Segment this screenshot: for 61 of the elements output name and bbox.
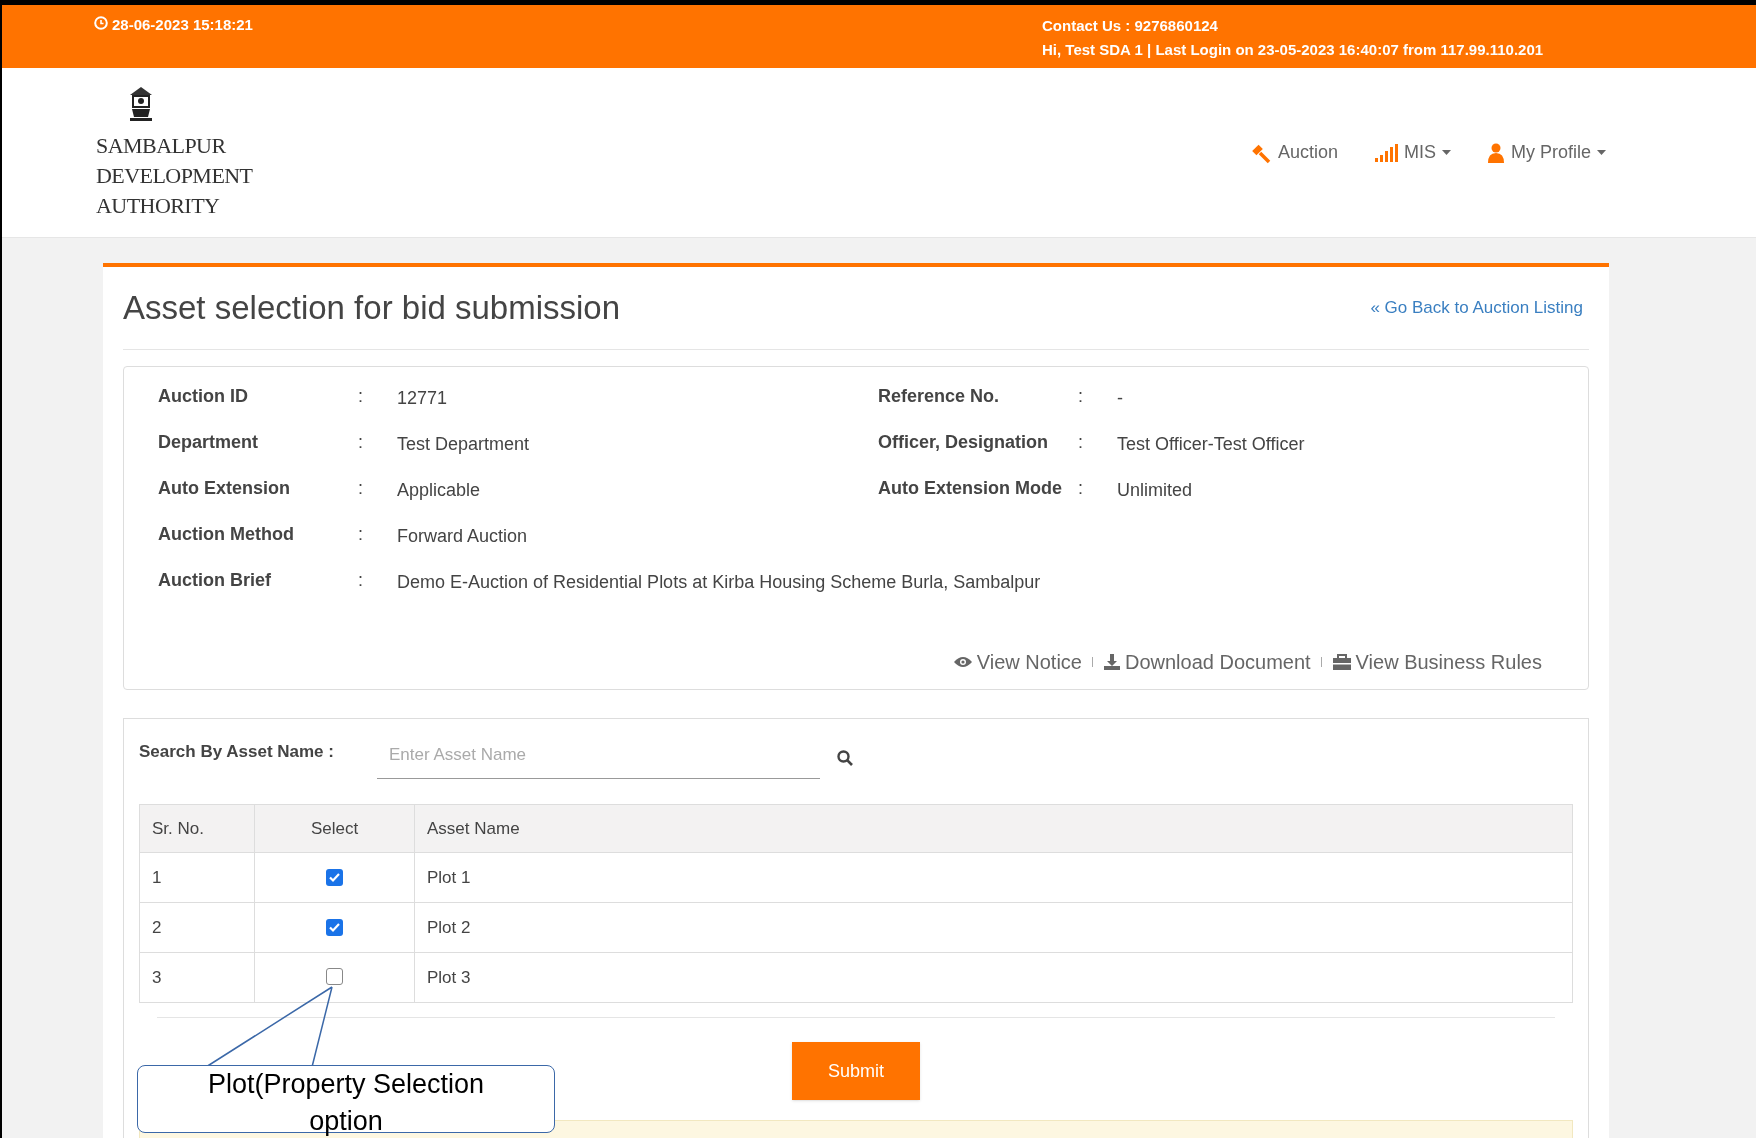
signal-bars-icon [1373, 143, 1398, 162]
detail-value: Demo E-Auction of Residential Plots at Kirba Housing Scheme Burla, Sambalpur [397, 571, 1041, 594]
separator-colon: : [1078, 477, 1084, 500]
column-header: Sr. No. [139, 804, 255, 853]
detail-value: Test Officer-Test Officer [1117, 433, 1305, 456]
detail-label: Auction ID [158, 385, 249, 408]
detail-value: Unlimited [1117, 479, 1193, 502]
column-header: Asset Name [414, 804, 1573, 853]
document-link[interactable]: Download Document [1102, 647, 1311, 677]
eye-icon [952, 655, 973, 669]
back-link[interactable]: « Go Back to Auction Listing [1370, 295, 1583, 321]
detail-label: Department [158, 431, 260, 454]
detail-value: Test Department [397, 433, 530, 456]
table-cell: 1 [139, 852, 255, 903]
separator-colon: : [358, 569, 364, 592]
detail-label: Reference No. [878, 385, 1001, 408]
checkbox[interactable] [326, 869, 343, 887]
detail-value: 12771 [397, 387, 448, 410]
detail-label: Officer, Designation [878, 431, 1050, 454]
date-time: 28-06-2023 15:18:21 [112, 15, 253, 35]
contact-number: Contact Us : 9276860124 [1042, 16, 1219, 36]
document-link[interactable]: View Notice [952, 647, 1082, 677]
column-header: Select [254, 804, 415, 853]
separator-colon: : [1078, 385, 1084, 408]
nav-menu-item[interactable]: Auction [1249, 139, 1338, 166]
clock-icon [94, 16, 108, 30]
separator-colon: : [358, 477, 364, 500]
detail-label: Auction Method [158, 523, 295, 546]
logo-text: DEVELOPMENT [96, 161, 253, 190]
checkbox[interactable] [326, 968, 343, 986]
nav-menu-item[interactable]: My Profile [1487, 139, 1606, 166]
asset-search-field[interactable]: Enter Asset Name [377, 731, 820, 779]
briefcase-icon [1331, 653, 1352, 671]
download-icon [1102, 653, 1121, 671]
detail-value: Applicable [397, 479, 481, 502]
logo-text: AUTHORITY [96, 191, 221, 220]
table-cell: Plot 2 [414, 902, 1573, 953]
user-icon [1487, 142, 1505, 163]
document-link[interactable]: View Business Rules [1331, 647, 1542, 677]
detail-label: Auto Extension Mode [878, 477, 1063, 500]
page-title: Asset selection for bid submission [123, 288, 621, 329]
table-cell: 3 [139, 952, 255, 1003]
detail-label: Auction Brief [158, 569, 272, 592]
separator-colon: : [358, 431, 364, 454]
checkmark-icon [328, 921, 341, 935]
table-cell: 2 [139, 902, 255, 953]
nav-menu-item[interactable]: MIS [1373, 139, 1451, 166]
detail-label: Auto Extension [158, 477, 291, 500]
search-icon[interactable] [836, 749, 854, 767]
last-login-info: Hi, Test SDA 1 | Last Login on 23-05-2023 16:40:07 from 117.99.110.201 [1042, 40, 1544, 60]
separator-colon: : [1078, 431, 1084, 454]
checkbox[interactable] [326, 919, 343, 937]
checkmark-icon [328, 871, 341, 885]
separator-colon: : [358, 523, 364, 546]
table-cell: Plot 3 [414, 952, 1573, 1003]
separator-colon: : [358, 385, 364, 408]
detail-value: Forward Auction [397, 525, 528, 548]
logo-text: SAMBALPUR [96, 131, 227, 160]
table-cell: Plot 1 [414, 852, 1573, 903]
detail-value: - [1117, 387, 1123, 410]
search-label: Search By Asset Name : [139, 741, 335, 763]
